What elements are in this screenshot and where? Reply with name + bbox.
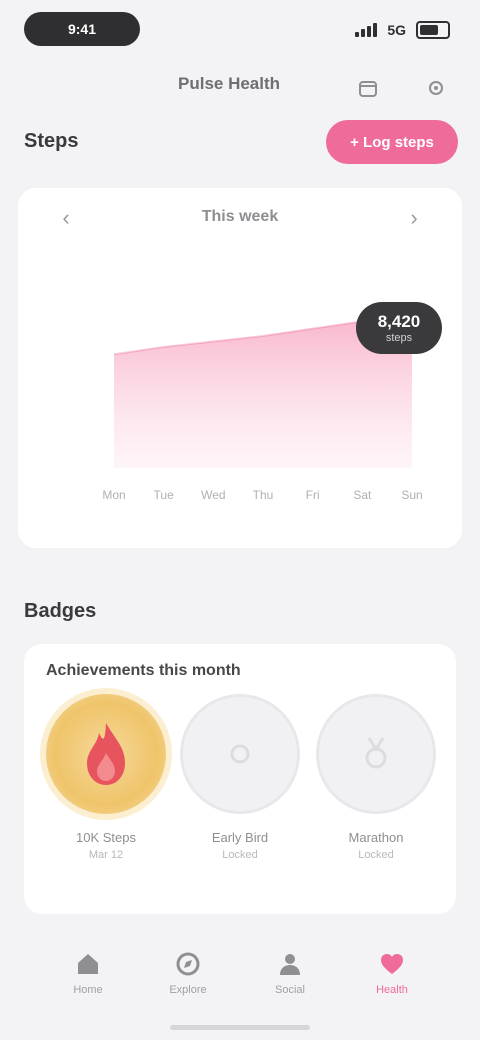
badge-name: Early Bird xyxy=(211,830,269,845)
brand-title: Pulse Health xyxy=(178,74,281,93)
badge-date: Locked xyxy=(222,849,258,861)
tab-explore[interactable]: Explore xyxy=(148,950,228,996)
badges-card: Achievements this month 10K Steps Mar 12… xyxy=(24,644,456,914)
badge-disc xyxy=(316,694,436,814)
badge-date: Locked xyxy=(358,849,394,861)
calendar-icon[interactable] xyxy=(352,72,384,104)
badge-name: 10K Steps xyxy=(76,830,136,845)
tooltip-unit: steps xyxy=(385,332,413,344)
sun-icon xyxy=(230,744,250,764)
log-steps-button[interactable]: + Log steps xyxy=(326,120,458,164)
battery-icon xyxy=(416,21,450,39)
x-tick-label: Fri xyxy=(305,488,320,502)
tab-bar: Home Explore Social Health xyxy=(0,930,480,1040)
x-tick-label: Wed xyxy=(201,488,226,502)
status-time: 9:41 xyxy=(24,12,140,46)
home-indicator xyxy=(170,1025,310,1030)
flame-icon xyxy=(87,723,125,785)
badge-name: Marathon xyxy=(348,830,404,845)
tab-label: Health xyxy=(376,984,408,996)
network-label: 5G xyxy=(387,22,406,38)
people-icon xyxy=(280,954,300,975)
status-bar: 9:41 5G xyxy=(0,0,480,64)
x-tick-label: Mon xyxy=(102,488,126,502)
badge-date: Mar 12 xyxy=(88,849,124,861)
tooltip-value: 8,420 xyxy=(377,312,421,331)
medal-icon xyxy=(365,737,387,769)
x-tick-label: Sun xyxy=(401,488,423,502)
badge-disc xyxy=(46,694,166,814)
x-tick-label: Tue xyxy=(153,488,174,502)
badges-card-title: Achievements this month xyxy=(46,662,241,679)
home-icon xyxy=(78,954,98,974)
chart-tooltip: 8,420 steps xyxy=(356,302,442,354)
app-header: Pulse Health xyxy=(0,64,480,112)
x-tick-label: Thu xyxy=(252,488,274,502)
settings-icon[interactable] xyxy=(420,72,452,104)
badges-section-title: Badges xyxy=(24,600,97,622)
badge-item[interactable]: 10K Steps Mar 12 xyxy=(42,694,170,861)
status-indicators: 5G xyxy=(355,18,450,42)
tab-health[interactable]: Health xyxy=(352,950,432,996)
badge-disc xyxy=(180,694,300,814)
badge-item[interactable]: Marathon Locked xyxy=(312,694,440,861)
signal-icon xyxy=(355,23,378,37)
x-tick-label: Sat xyxy=(353,488,372,502)
tab-social[interactable]: Social xyxy=(250,950,330,996)
badge-item[interactable]: Early Bird Locked xyxy=(176,694,304,861)
tab-label: Social xyxy=(275,984,305,996)
tab-home[interactable]: Home xyxy=(48,950,128,996)
tab-label: Home xyxy=(73,984,103,996)
steps-chart-card: ‹ This week › 8,420 steps Mon Tue Wed Thu Fr… xyxy=(18,188,462,548)
steps-section-title: Steps xyxy=(24,130,79,152)
x-axis-labels: Mon Tue Wed Thu Fri Sat Sun xyxy=(18,488,462,508)
compass-icon xyxy=(176,952,200,976)
tab-label: Explore xyxy=(169,984,207,996)
heart-icon xyxy=(381,954,403,974)
